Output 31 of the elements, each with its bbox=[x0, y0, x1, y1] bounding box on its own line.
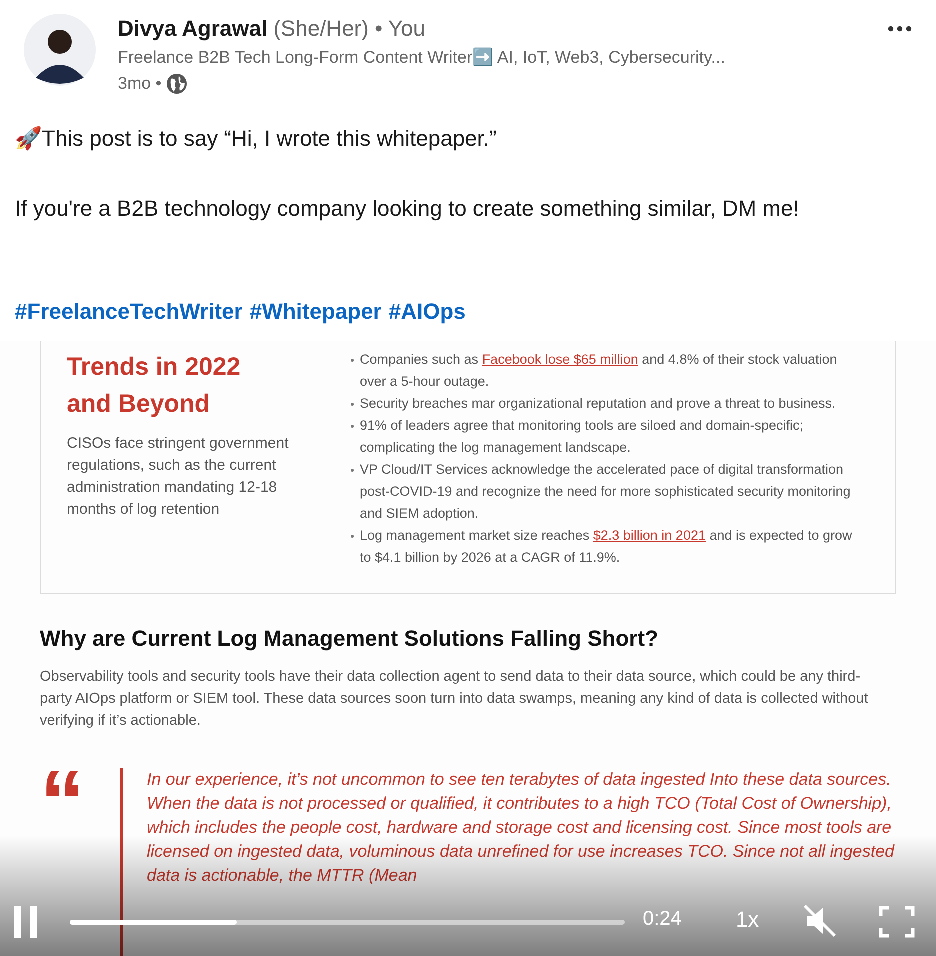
quote-mark: “ bbox=[40, 768, 86, 828]
video-frame[interactable] bbox=[0, 341, 936, 956]
document-title: Trends in 2022 bbox=[67, 352, 242, 383]
hashtag-link[interactable]: #AIOps bbox=[388, 297, 466, 327]
connection-degree: • You bbox=[374, 15, 426, 43]
hashtag-link[interactable]: #Whitepaper bbox=[250, 297, 382, 327]
section-heading: Why are Current Log Management Solutions Falling Short? bbox=[40, 625, 660, 653]
avatar[interactable] bbox=[24, 14, 96, 86]
author-headline: Freelance B2B Tech Long-Form Content Writer➡ AI, IoT, Web3, Cybersecurity... bbox=[118, 46, 726, 69]
post-text: If you're a B2B technology company looking to create something similar, DM me! bbox=[15, 195, 800, 223]
link[interactable]: $2.3 billion in 2021 bbox=[593, 528, 706, 543]
bullet-text: VP Cloud/IT Services acknowledge the accelerated pace of digital transformation post-COVID-19 and recognize the need for more sophisticated security monitoring and SIEM adoption. bbox=[360, 461, 852, 523]
bullet-text: Log management market size reaches $2.3 billion in 2021 and is expected to grow to $4.1 billion by 2026 at a CAGR of 11.9%. bbox=[360, 527, 854, 567]
post-time: 3mo • bbox=[118, 73, 162, 95]
document-title: and Beyond bbox=[67, 389, 212, 420]
bullet-text: Companies such as Facebook lose $65 million and 4.8% of their stock valuation over a 5-hour outage. bbox=[360, 351, 838, 391]
globe-icon bbox=[166, 73, 188, 95]
pause-icon[interactable] bbox=[12, 906, 40, 938]
bullet-text: 91% of leaders agree that monitoring tools are siloed and domain-specific; complicating the log management landscape. bbox=[360, 417, 805, 457]
author-name[interactable]: Divya Agrawal bbox=[118, 14, 268, 44]
summary-text: CISOs face stringent government regulations, such as the current administration mandating 12-18 months of log retention bbox=[67, 434, 290, 520]
link[interactable]: Facebook lose $65 million bbox=[482, 352, 638, 367]
bullet-text: Security breaches mar organizational reputation and prove a threat to business. bbox=[360, 395, 836, 413]
post-text: 🚀This post is to say “Hi, I wrote this whitepaper.” bbox=[15, 125, 498, 153]
video-time: 0:24 bbox=[643, 907, 682, 932]
quote-text: In our experience, it’s not uncommon to see ten terabytes of data ingested Into these data sources. When the data is not processed or qualified, it contributes to a high TCO (Total Cost of Ownership), which includes the people cost, hardware and storage cost and licensing cost. Since most tools are licensed on ingested data, voluminous data unrefined for use increases TCO. Since not all ingested data is actionable, the MTTR (Mean bbox=[147, 769, 896, 887]
author-pronouns: (She/Her) bbox=[274, 15, 369, 43]
paragraph-text: Observability tools and security tools have their data collection agent to send data to their data source, which could be any third-party AIOps platform or SIEM tool. These data sources soon turn into data swamps, meaning any kind of data is collected without verifying if it’s actionable. bbox=[40, 668, 870, 731]
fullscreen-icon[interactable] bbox=[879, 906, 916, 938]
hashtag-link[interactable]: #FreelanceTechWriter bbox=[15, 297, 243, 327]
more-icon[interactable] bbox=[888, 26, 912, 32]
